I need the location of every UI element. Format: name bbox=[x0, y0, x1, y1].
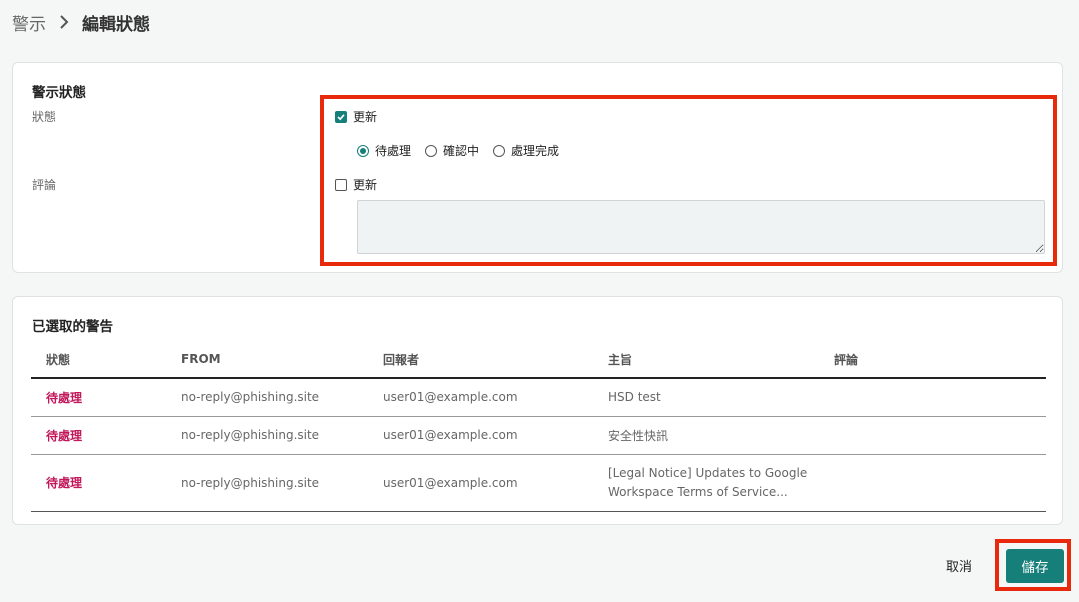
column-header-subject: 主旨 bbox=[608, 341, 834, 379]
row-status: 待處理 bbox=[31, 416, 181, 455]
radio-completed[interactable] bbox=[493, 144, 506, 157]
radio-pending-label: 待處理 bbox=[375, 144, 412, 158]
selected-alerts-table: 狀態 FROM 回報者 主旨 評論 待處理 no-reply@phishing.… bbox=[31, 341, 1046, 512]
table-row: 待處理 no-reply@phishing.site user01@exampl… bbox=[31, 416, 1046, 455]
highlight-box-save: 儲存 bbox=[995, 539, 1071, 591]
chevron-right-icon bbox=[58, 13, 70, 31]
row-reporter: user01@example.com bbox=[383, 454, 608, 512]
status-option-completed[interactable]: 處理完成 bbox=[493, 142, 559, 159]
status-option-confirming[interactable]: 確認中 bbox=[425, 142, 479, 159]
selected-alerts-card: 已選取的警告 狀態 FROM 回報者 主旨 評論 待處理 no-reply@ph… bbox=[12, 296, 1063, 525]
row-subject-line: Workspace Terms of Service... bbox=[608, 484, 788, 499]
radio-confirming[interactable] bbox=[425, 144, 438, 157]
row-subject: [Legal Notice] Updates to Google Workspa… bbox=[608, 454, 834, 512]
row-comment bbox=[834, 454, 1046, 512]
save-button[interactable]: 儲存 bbox=[1006, 549, 1064, 583]
alert-status-card: 警示狀態 狀態 評論 更新 待處理 確認中 處理完成 更新 bbox=[12, 62, 1063, 273]
column-header-from: FROM bbox=[181, 341, 383, 379]
row-comment bbox=[834, 416, 1046, 455]
row-subject: 安全性快訊 bbox=[608, 416, 834, 455]
row-from: no-reply@phishing.site bbox=[181, 454, 383, 512]
selected-alerts-title: 已選取的警告 bbox=[32, 319, 113, 335]
row-reporter: user01@example.com bbox=[383, 416, 608, 455]
column-header-comment: 評論 bbox=[834, 341, 1046, 379]
row-subject-line: [Legal Notice] Updates to Google bbox=[608, 465, 808, 480]
row-status: 待處理 bbox=[31, 378, 181, 417]
table-header-row: 狀態 FROM 回報者 主旨 評論 bbox=[31, 341, 1046, 379]
status-update-checkbox[interactable] bbox=[335, 110, 347, 123]
status-option-pending[interactable]: 待處理 bbox=[357, 142, 411, 159]
column-header-reporter: 回報者 bbox=[383, 341, 608, 379]
status-radio-group: 待處理 確認中 處理完成 bbox=[357, 142, 573, 159]
breadcrumb-alerts-link[interactable]: 警示 bbox=[12, 10, 46, 35]
cancel-button[interactable]: 取消 bbox=[946, 556, 972, 575]
status-label: 狀態 bbox=[32, 110, 57, 124]
radio-confirming-label: 確認中 bbox=[443, 144, 480, 158]
comment-update-checkbox[interactable] bbox=[335, 178, 347, 191]
status-update-label: 更新 bbox=[353, 110, 378, 124]
page-title: 編輯狀態 bbox=[82, 14, 150, 35]
alert-status-title: 警示狀態 bbox=[32, 85, 86, 101]
row-from: no-reply@phishing.site bbox=[181, 416, 383, 455]
radio-pending[interactable] bbox=[357, 144, 369, 157]
table-row: 待處理 no-reply@phishing.site user01@exampl… bbox=[31, 378, 1046, 417]
checkmark-icon bbox=[337, 113, 345, 120]
row-status: 待處理 bbox=[31, 454, 181, 512]
radio-completed-label: 處理完成 bbox=[511, 144, 560, 158]
comment-update-option[interactable]: 更新 bbox=[335, 176, 377, 193]
row-comment bbox=[834, 378, 1046, 417]
comment-label: 評論 bbox=[32, 178, 57, 192]
comment-textarea[interactable] bbox=[357, 200, 1045, 254]
comment-update-label: 更新 bbox=[353, 178, 378, 192]
status-update-option[interactable]: 更新 bbox=[335, 108, 377, 125]
breadcrumb: 警示 編輯狀態 bbox=[12, 10, 150, 35]
row-subject: HSD test bbox=[608, 378, 834, 417]
row-reporter: user01@example.com bbox=[383, 378, 608, 417]
table-row: 待處理 no-reply@phishing.site user01@exampl… bbox=[31, 454, 1046, 512]
row-from: no-reply@phishing.site bbox=[181, 378, 383, 417]
column-header-status: 狀態 bbox=[31, 341, 181, 379]
